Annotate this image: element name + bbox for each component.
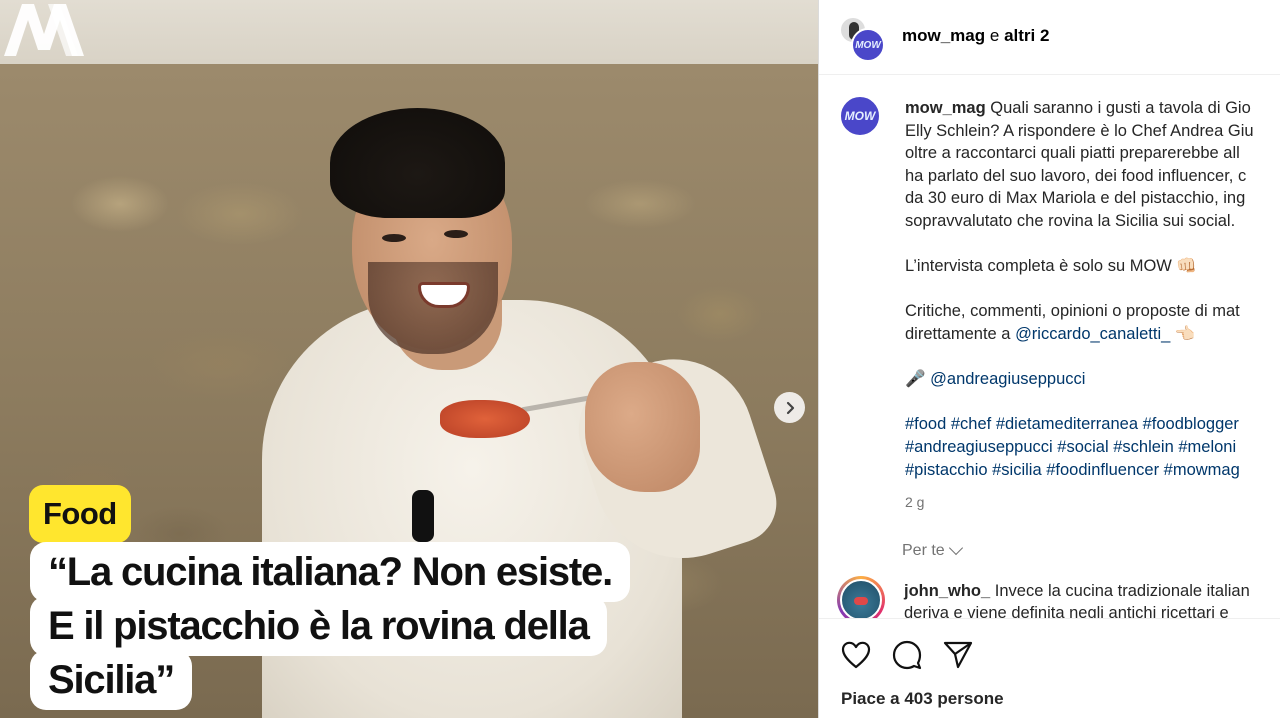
person-eye-left [382,234,406,242]
hashtags-line[interactable]: #food #chef #dietamediterranea #foodblog… [905,415,1239,433]
ceiling [0,0,818,68]
post-media[interactable]: Food “La cucina italiana? Non esiste. E … [0,0,818,718]
chevron-right-icon [786,401,794,414]
person-eye-right [444,230,468,238]
collab-avatars[interactable]: MOW [839,16,885,62]
person-hand [585,362,700,492]
caption-avatar[interactable]: MOW [839,95,881,137]
contact-prefix: direttamente a [905,324,1016,343]
contact-line: Critiche, commenti, opinioni o proposte … [905,302,1240,321]
post-header: MOW mow_mag e altri 2 [819,0,1280,75]
comment-line: Invece la cucina tradizionale italian [994,582,1250,600]
headline-line-3: Sicilia” [30,650,193,710]
caption-line: ha parlato del suo lavoro, dei food infl… [905,166,1247,185]
comment-icon[interactable] [891,639,923,671]
lapel-mic [412,490,434,542]
food-on-spoon [440,400,530,438]
heart-icon[interactable] [840,639,872,671]
headline-line-2: E il pistacchio è la rovina della [30,596,607,656]
pointing-emoji: 👈🏻 [1174,324,1196,343]
mic-emoji: 🎤 [905,370,926,389]
caption-line: Elly Schlein? A rispondere è lo Chef And… [905,121,1254,140]
for-you-filter[interactable]: Per te [902,540,963,560]
chef-mention-link[interactable]: @andreagiuseppucci [930,370,1085,388]
header-username-link[interactable]: mow_mag [902,26,985,45]
post-actions: Piace a 403 persone [819,618,1280,718]
category-tag: Food [29,485,131,543]
chevron-down-icon [948,540,963,556]
caption-line: sopravvalutato che rovina la Sicilia sui… [905,211,1236,230]
headline-line-1: “La cucina italiana? Non esiste. [30,542,631,602]
header-usernames: mow_mag e altri 2 [902,26,1049,46]
post-details-panel: MOW mow_mag e altri 2 MOW mow_mag Quali … [818,0,1280,718]
hashtags-line[interactable]: #pistacchio #sicilia #foodinfluencer #mo… [905,461,1240,479]
send-icon[interactable] [942,639,974,671]
caption-username-link[interactable]: mow_mag [905,99,986,117]
mow-avatar[interactable]: MOW [851,28,885,62]
header-others-link[interactable]: altri 2 [1004,26,1049,45]
caption-line: Quali saranno i gusti a tavola di Gio [990,99,1251,117]
commenter-username-link[interactable]: john_who_ [904,582,990,600]
post-time: 2 g [905,494,925,510]
contact-mention-link[interactable]: @riccardo_canaletti_ [1015,325,1170,343]
likes-count[interactable]: Piace a 403 persone [841,689,1004,709]
next-media-button[interactable] [774,392,805,423]
for-you-label: Per te [902,542,945,559]
caption-line: oltre a raccontarci quali piatti prepare… [905,144,1240,163]
header-conjunction: e [989,26,1000,45]
mow-logo-icon [4,4,84,56]
commenter-avatar[interactable] [837,576,885,624]
hashtags-line[interactable]: #andreagiuseppucci #social #schlein #mel… [905,438,1236,456]
caption-line: da 30 euro di Max Mariola e del pistacch… [905,189,1246,208]
caption-text: mow_mag Quali saranno i gusti a tavola d… [905,97,1280,504]
person-hair [330,108,505,218]
interview-line: L’intervista completa è solo su MOW 👊🏻 [905,257,1197,276]
